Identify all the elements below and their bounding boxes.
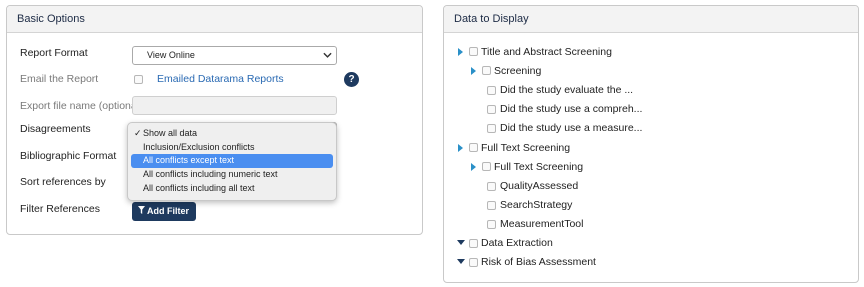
tree-checkbox[interactable] xyxy=(487,201,496,210)
add-filter-label: Add Filter xyxy=(147,206,189,216)
export-file-label: Export file name (optional) xyxy=(20,100,143,112)
dropdown-option[interactable]: All conflicts including all text xyxy=(128,182,336,196)
tree-checkbox[interactable] xyxy=(482,162,491,171)
tree-item-screening: Screening xyxy=(494,65,542,77)
email-report-checkbox[interactable] xyxy=(134,75,143,84)
tree-checkbox[interactable] xyxy=(487,220,496,229)
expand-arrow-icon[interactable] xyxy=(458,48,463,56)
collapse-arrow-icon[interactable] xyxy=(457,240,465,245)
tree-checkbox[interactable] xyxy=(487,86,496,95)
add-filter-button[interactable]: Add Filter xyxy=(132,202,196,221)
disagreements-label: Disagreements xyxy=(20,123,91,135)
tree-item-data-extraction: Data Extraction xyxy=(481,237,553,249)
tree-item-full-text: Full Text Screening xyxy=(481,142,571,154)
tree-item-search-strategy: SearchStrategy xyxy=(500,199,573,211)
tree-item-risk-of-bias: Risk of Bias Assessment xyxy=(481,256,596,268)
sort-references-label: Sort references by xyxy=(20,176,106,188)
tree-checkbox[interactable] xyxy=(469,258,478,267)
tree-checkbox[interactable] xyxy=(482,66,491,75)
tree-checkbox[interactable] xyxy=(469,143,478,152)
tree-checkbox[interactable] xyxy=(487,182,496,191)
tree-item-full-text-screening: Full Text Screening xyxy=(494,161,584,173)
tree-item-quality-assessed: QualityAssessed xyxy=(500,180,579,192)
export-file-input[interactable] xyxy=(132,96,337,115)
emailed-reports-link[interactable]: Emailed Datarama Reports xyxy=(157,73,284,85)
report-format-select[interactable]: View Online xyxy=(132,46,337,65)
dropdown-option[interactable]: ✓ Show all data xyxy=(128,127,336,141)
tree-checkbox[interactable] xyxy=(487,105,496,114)
collapse-arrow-icon[interactable] xyxy=(457,259,465,264)
expand-arrow-icon[interactable] xyxy=(471,163,476,171)
report-format-value: View Online xyxy=(147,50,195,60)
tree-checkbox[interactable] xyxy=(469,239,478,248)
email-report-label: Email the Report xyxy=(20,73,99,85)
data-to-display-panel: Data to Display Title and Abstract Scree… xyxy=(443,5,859,283)
help-icon[interactable]: ? xyxy=(344,72,359,87)
dropdown-option-highlighted[interactable]: All conflicts except text xyxy=(131,154,333,169)
basic-options-title: Basic Options xyxy=(7,6,422,33)
tree-item-question: Did the study use a compreh... xyxy=(500,103,643,115)
data-to-display-title: Data to Display xyxy=(444,6,858,33)
check-icon: ✓ xyxy=(134,128,142,138)
tree-checkbox[interactable] xyxy=(469,47,478,56)
bibliographic-format-label: Bibliographic Format xyxy=(20,150,117,162)
tree-item-title-abstract: Title and Abstract Screening xyxy=(481,46,612,58)
dropdown-option[interactable]: All conflicts including numeric text xyxy=(128,168,336,182)
tree-item-question: Did the study use a measure... xyxy=(500,122,643,134)
tree-item-measurement-tool: MeasurementTool xyxy=(500,218,584,230)
chevron-down-icon xyxy=(323,52,332,58)
dropdown-option[interactable]: Inclusion/Exclusion conflicts xyxy=(128,141,336,155)
filter-references-label: Filter References xyxy=(20,203,100,215)
expand-arrow-icon[interactable] xyxy=(458,144,463,152)
disagreements-dropdown-menu: ✓ Show all data Inclusion/Exclusion confl… xyxy=(127,122,337,201)
basic-options-panel: Basic Options Report Format View Online … xyxy=(6,5,423,235)
tree-item-question: Did the study evaluate the ... xyxy=(500,84,634,96)
tree-checkbox[interactable] xyxy=(487,124,496,133)
expand-arrow-icon[interactable] xyxy=(471,67,476,75)
report-format-label: Report Format xyxy=(20,47,88,59)
filter-icon xyxy=(138,202,145,221)
